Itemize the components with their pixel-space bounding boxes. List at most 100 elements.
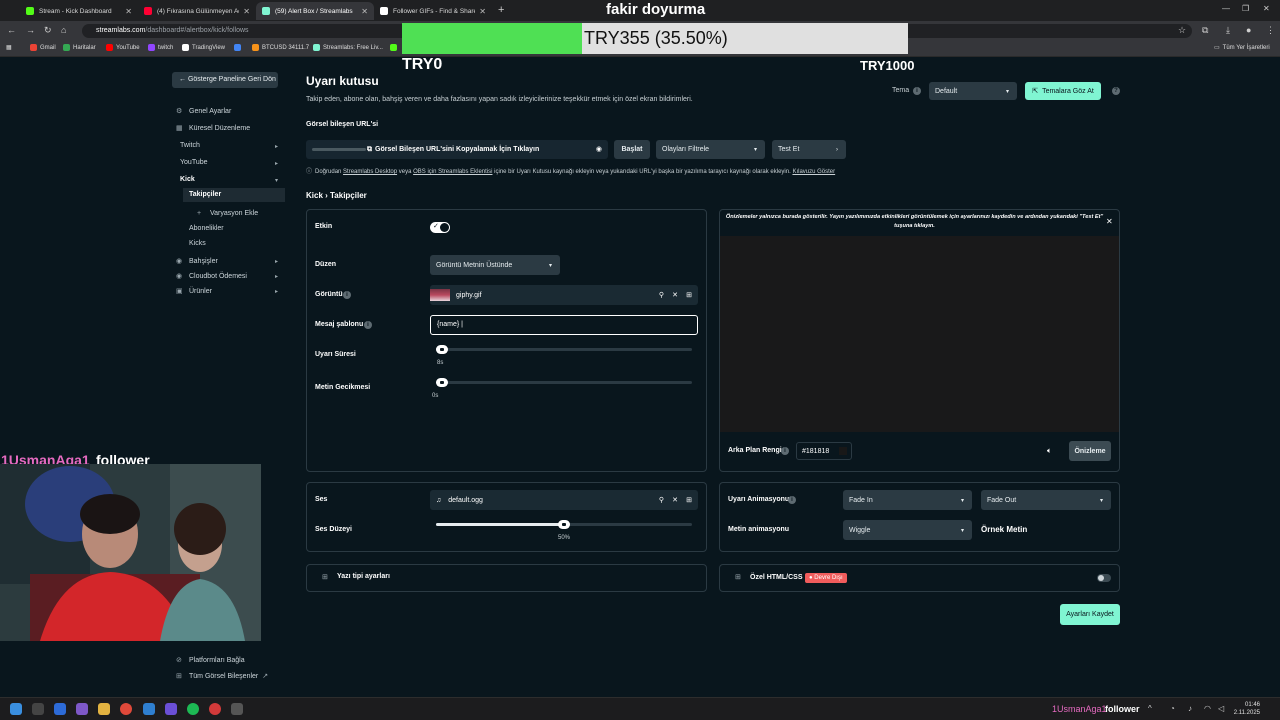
sidebar-item-general-settings[interactable]: ⚙ Genel Ayarlar: [176, 107, 231, 116]
browser-tab[interactable]: Follower GIFs - Find & Share on ✕: [374, 2, 492, 20]
bookmark-blank[interactable]: [234, 44, 244, 51]
info-icon[interactable]: i: [913, 87, 921, 95]
app-icon[interactable]: [143, 703, 155, 715]
sidebar-all-widgets[interactable]: ⊞ Tüm Görsel Bileşenler ↗: [176, 672, 268, 681]
duration-slider[interactable]: [436, 345, 692, 354]
app-icon[interactable]: [231, 703, 243, 715]
test-button[interactable]: Test Et ›: [772, 140, 846, 159]
link-icon[interactable]: ⚲: [659, 496, 664, 504]
bookmark-kick[interactable]: [390, 44, 400, 51]
menu-dots-icon[interactable]: ⋮: [1266, 25, 1275, 36]
volume-icon[interactable]: ◁: [1218, 704, 1224, 713]
sidebar-item-youtube[interactable]: YouTube: [180, 159, 208, 166]
close-icon[interactable]: ✕: [1106, 217, 1113, 226]
close-icon[interactable]: ✕: [243, 7, 250, 16]
sidebar-item-global-edit[interactable]: ▦ Küresel Düzenleme: [176, 124, 250, 133]
minimize-icon[interactable]: —: [1222, 4, 1230, 13]
sidebar-item-products[interactable]: ▣ Ürünler: [176, 287, 212, 296]
sidebar-item-subscriptions[interactable]: Abonelikler: [189, 225, 224, 232]
browser-tab[interactable]: (4) Fıkrasına Gülünmeyen Adam ✕: [138, 2, 256, 20]
message-template-input[interactable]: {name} |: [430, 315, 698, 335]
bookmark-youtube[interactable]: YouTube: [106, 44, 140, 51]
apps-grid-icon[interactable]: ▦: [6, 44, 12, 51]
sidebar-item-add-variation[interactable]: + Varyasyon Ekle: [197, 210, 258, 217]
chrome-icon[interactable]: [120, 703, 132, 715]
bookmark-gmail[interactable]: Gmail: [30, 44, 56, 51]
eye-icon[interactable]: ◉: [596, 140, 602, 159]
remove-icon[interactable]: ✕: [672, 496, 678, 504]
sidebar-item-kick[interactable]: Kick: [180, 176, 195, 183]
theme-select[interactable]: Default ▾: [929, 82, 1017, 100]
search-icon[interactable]: [32, 703, 44, 715]
sidebar-item-cloudbot[interactable]: ◉ Cloudbot Ödemesi: [176, 272, 247, 281]
mic-icon[interactable]: ♪: [1188, 704, 1192, 713]
home-icon[interactable]: ⌂: [61, 25, 66, 35]
app-icon[interactable]: [209, 703, 221, 715]
sidebar-connect-platforms[interactable]: ⊘ Platformları Bağla: [176, 656, 245, 665]
help-icon[interactable]: ?: [1112, 87, 1120, 95]
browse-themes-button[interactable]: ⇱ Temalara Göz At: [1025, 82, 1101, 100]
close-window-icon[interactable]: ✕: [1263, 4, 1270, 13]
widget-url-field[interactable]: ⧉ Görsel Bileşen URL'sini Kopyalamak İçin…: [306, 140, 608, 159]
all-bookmarks[interactable]: ▭ Tüm Yer İşaretleri: [1214, 44, 1270, 52]
close-icon[interactable]: ✕: [361, 7, 368, 16]
image-file-field[interactable]: giphy.gif ⚲ ✕ ⊞: [430, 285, 698, 305]
slider-thumb[interactable]: [558, 520, 570, 529]
back-arrow-icon[interactable]: ←: [7, 25, 16, 35]
close-icon[interactable]: ✕: [479, 7, 486, 16]
extensions-icon[interactable]: ⧉: [1202, 25, 1208, 36]
app-icon[interactable]: [54, 703, 66, 715]
link-obs-plugin[interactable]: OBS için Streamlabs Eklentisi: [413, 169, 492, 175]
animation-in-select[interactable]: Fade In ▾: [843, 490, 972, 510]
bookmark-twitch[interactable]: twitch: [148, 44, 173, 51]
new-tab-plus-icon[interactable]: +: [498, 4, 504, 16]
enabled-toggle[interactable]: ✓: [430, 222, 450, 233]
bookmark-tradingview[interactable]: TradingView: [182, 44, 225, 51]
bookmark-btc[interactable]: BTCUSD 34111.7: [252, 44, 309, 51]
text-animation-select[interactable]: Wiggle ▾: [843, 520, 972, 540]
link-icon[interactable]: ⚲: [659, 291, 664, 299]
spotify-icon[interactable]: [187, 703, 199, 715]
layout-select[interactable]: Görüntü Metnin Üstünde ▾: [430, 255, 560, 275]
slider-thumb[interactable]: [436, 345, 448, 354]
sidebar-item-tips[interactable]: ◉ Bahşişler: [176, 257, 218, 266]
gallery-icon[interactable]: ⊞: [686, 291, 692, 299]
downloads-icon[interactable]: ⤓: [1226, 25, 1230, 36]
bg-color-input[interactable]: #181818: [796, 442, 852, 460]
maximize-icon[interactable]: ❐: [1242, 4, 1249, 13]
wifi-icon[interactable]: ◠: [1204, 704, 1211, 713]
volume-slider[interactable]: [436, 520, 692, 529]
delay-slider[interactable]: [436, 378, 692, 387]
discord-icon[interactable]: [165, 703, 177, 715]
animation-out-select[interactable]: Fade Out ▾: [981, 490, 1111, 510]
custom-css-toggle[interactable]: [1097, 574, 1111, 582]
sidebar-item-kicks[interactable]: Kicks: [189, 240, 206, 247]
network-icon[interactable]: ◔: [1170, 704, 1175, 713]
tray-icon[interactable]: ^: [1148, 704, 1152, 713]
star-icon[interactable]: ☆: [1178, 25, 1186, 36]
info-icon[interactable]: i: [343, 291, 351, 299]
link-show-guide[interactable]: Kılavuzu Göster: [792, 169, 835, 175]
info-icon[interactable]: i: [788, 496, 796, 504]
sound-file-field[interactable]: ♫ default.ogg ⚲ ✕ ⊞: [430, 490, 698, 510]
bookmark-streamlabs[interactable]: Streamlabs: Free Liv...: [313, 44, 383, 51]
gallery-icon[interactable]: ⊞: [686, 496, 692, 504]
info-icon[interactable]: i: [781, 447, 789, 455]
start-button[interactable]: Başlat: [614, 140, 650, 159]
browser-tab[interactable]: Stream - Kick Dashboard ✕: [20, 2, 138, 20]
remove-icon[interactable]: ✕: [672, 291, 678, 299]
profile-icon[interactable]: ●: [1246, 25, 1251, 35]
windows-start-icon[interactable]: [10, 703, 22, 715]
close-icon[interactable]: ✕: [125, 7, 132, 16]
link-streamlabs-desktop[interactable]: Streamlabs Desktop: [343, 169, 397, 175]
reload-icon[interactable]: ↻: [44, 25, 52, 36]
volume-icon[interactable]: 🔈︎: [1047, 446, 1052, 456]
app-icon[interactable]: [76, 703, 88, 715]
back-to-dashboard-button[interactable]: ← Gösterge Paneline Geri Dön: [172, 72, 278, 88]
sidebar-item-twitch[interactable]: Twitch: [180, 142, 200, 149]
preview-button[interactable]: Önizleme: [1069, 441, 1111, 461]
bookmark-maps[interactable]: Haritalar: [63, 44, 96, 51]
slider-thumb[interactable]: [436, 378, 448, 387]
save-settings-button[interactable]: Ayarları Kaydet: [1060, 604, 1120, 625]
forward-arrow-icon[interactable]: →: [26, 25, 35, 35]
